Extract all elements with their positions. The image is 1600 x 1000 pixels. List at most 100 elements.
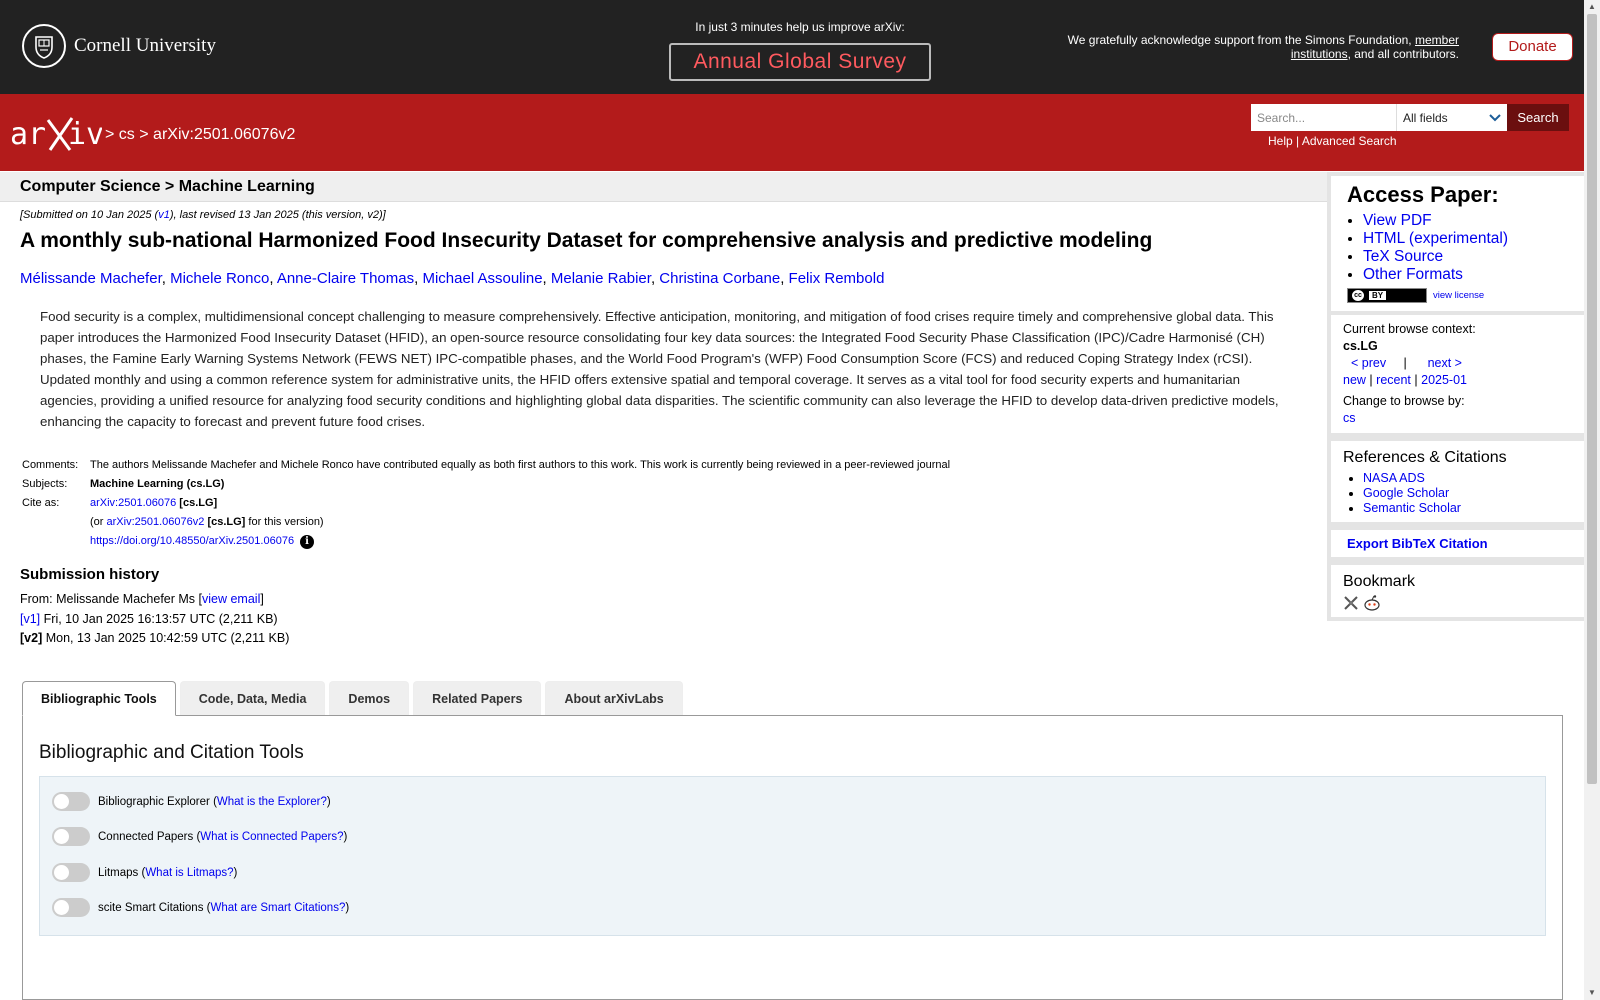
breadcrumb-separator: > — [105, 126, 115, 143]
new-link[interactable]: new — [1343, 373, 1366, 387]
browse-context-label: Current browse context: — [1343, 322, 1476, 336]
tab-bibliographic-tools[interactable]: Bibliographic Tools — [22, 681, 176, 716]
cornell-name: Cornell University — [74, 35, 216, 56]
toggle-switch[interactable] — [52, 827, 90, 846]
author-list: Mélissande Machefer, Michele Ronco, Anne… — [20, 270, 885, 287]
author-link[interactable]: Michael Assouline — [422, 270, 542, 287]
search-input[interactable]: Search... — [1251, 104, 1396, 131]
tool-label: Bibliographic Explorer — [98, 795, 210, 808]
license-row: cc BY view license — [1347, 288, 1574, 303]
arxiv-logo-icon[interactable]: ar iv — [10, 114, 104, 157]
cite-or: (or — [90, 516, 104, 528]
change-browse-label: Change to browse by: — [1343, 394, 1465, 408]
prev-link[interactable]: < prev — [1351, 356, 1386, 370]
author-link[interactable]: Felix Rembold — [789, 270, 885, 287]
tab-related-papers[interactable]: Related Papers — [413, 681, 542, 715]
next-link[interactable]: next > — [1428, 356, 1462, 370]
author-link[interactable]: Christina Corbane — [659, 270, 780, 287]
dateline-start: [Submitted on 10 Jan 2025 ( — [20, 209, 159, 221]
cornell-logo-link[interactable]: Cornell University — [22, 24, 216, 68]
annual-survey-button[interactable]: Annual Global Survey — [669, 43, 931, 81]
tab-code-data-media[interactable]: Code, Data, Media — [179, 681, 326, 715]
submission-history: From: Melissande Machefer Ms [view email… — [20, 590, 289, 649]
dateline-end: ), last revised 13 Jan 2025 (this versio… — [169, 209, 386, 221]
doi-link[interactable]: https://doi.org/10.48550/arXiv.2501.0607… — [90, 535, 294, 547]
export-bibtex-link[interactable]: Export BibTeX Citation — [1347, 536, 1488, 551]
tool-scite: scite Smart Citations (What are Smart Ci… — [52, 898, 349, 917]
search-field-select[interactable]: All fields — [1396, 104, 1507, 131]
arxiv-header: ar iv > cs > arXiv:2501.06076v2 Search..… — [0, 94, 1584, 171]
comments-value: The authors Melissande Machefer and Mich… — [90, 459, 951, 471]
scroll-down-icon[interactable]: ▼ — [1587, 988, 1597, 998]
tool-info-link[interactable]: What are Smart Citations? — [210, 902, 345, 914]
ack-end: , and all contributors. — [1347, 47, 1459, 61]
acknowledgement: We gratefully acknowledge support from t… — [1039, 33, 1459, 61]
author-link[interactable]: Melanie Rabier — [551, 270, 651, 287]
advanced-search-link[interactable]: Advanced Search — [1302, 134, 1397, 148]
browse-separator: | — [1369, 373, 1373, 387]
survey-block: In just 3 minutes help us improve arXiv:… — [650, 20, 950, 81]
scroll-thumb[interactable] — [1587, 14, 1597, 784]
tab-demos[interactable]: Demos — [329, 681, 410, 715]
view-pdf-link[interactable]: View PDF — [1363, 212, 1432, 229]
month-link[interactable]: 2025-01 — [1421, 373, 1467, 387]
bibsonomy-icon[interactable] — [1343, 595, 1359, 611]
submission-dateline: [Submitted on 10 Jan 2025 (v1), last rev… — [20, 209, 386, 221]
cite-category: [cs.LG] — [179, 497, 218, 509]
history-from: From: Melissande Machefer Ms [ — [20, 592, 202, 606]
doi-row: https://doi.org/10.48550/arXiv.2501.0607… — [20, 532, 952, 551]
tool-litmaps: Litmaps (What is Litmaps?) — [52, 863, 237, 882]
browse-context-value: cs.LG — [1343, 339, 1378, 353]
dateline-v1-link[interactable]: v1 — [158, 209, 170, 221]
history-from-end: ] — [260, 592, 264, 606]
semantic-scholar-link[interactable]: Semantic Scholar — [1363, 501, 1461, 515]
donate-button[interactable]: Donate — [1492, 33, 1573, 61]
references-box: References & Citations NASA ADS Google S… — [1327, 437, 1586, 526]
toggle-switch[interactable] — [52, 792, 90, 811]
other-formats-link[interactable]: Other Formats — [1363, 266, 1463, 283]
reddit-icon[interactable] — [1363, 595, 1381, 611]
view-license-link[interactable]: view license — [1433, 290, 1484, 301]
tool-connected-papers: Connected Papers (What is Connected Pape… — [52, 827, 347, 846]
author-link[interactable]: Mélissande Machefer — [20, 270, 162, 287]
tool-label: Connected Papers — [98, 830, 194, 843]
cc-by-license-icon[interactable]: cc BY — [1347, 288, 1427, 303]
help-link[interactable]: Help — [1268, 134, 1293, 148]
tool-label: scite Smart Citations — [98, 901, 204, 914]
view-email-link[interactable]: view email — [202, 592, 260, 606]
tab-about-arxivlabs[interactable]: About arXivLabs — [545, 681, 683, 715]
toggle-switch[interactable] — [52, 898, 90, 917]
recent-link[interactable]: recent — [1376, 373, 1411, 387]
prev-next-separator: | — [1403, 356, 1407, 370]
panel-title: Bibliographic and Citation Tools — [39, 742, 304, 763]
browse-cs-link[interactable]: cs — [1343, 411, 1356, 425]
tools-list: Bibliographic Explorer (What is the Expl… — [39, 776, 1546, 936]
help-separator: | — [1296, 134, 1300, 148]
page-scrollbar[interactable]: ▲ ▼ — [1584, 0, 1600, 1000]
cite-id-link[interactable]: arXiv:2501.06076 — [90, 497, 176, 509]
tool-info-link[interactable]: What is Litmaps? — [145, 867, 233, 879]
cite-v2-link[interactable]: arXiv:2501.06076v2 — [107, 516, 205, 528]
cc-by-label: BY — [1369, 291, 1387, 300]
search-button[interactable]: Search — [1507, 104, 1569, 131]
info-icon[interactable]: i — [300, 535, 315, 549]
tool-info-link[interactable]: What is Connected Papers? — [200, 831, 343, 843]
author-link[interactable]: Anne-Claire Thomas — [277, 270, 414, 287]
scroll-up-icon[interactable]: ▲ — [1587, 2, 1597, 12]
history-v1-link[interactable]: [v1] — [20, 612, 40, 626]
subjects-label: Subjects: — [22, 478, 68, 490]
html-link[interactable]: HTML (experimental) — [1363, 230, 1508, 247]
tool-info-link[interactable]: What is the Explorer? — [217, 796, 327, 808]
search-help: Help | Advanced Search — [1268, 134, 1397, 148]
nasa-ads-link[interactable]: NASA ADS — [1363, 471, 1425, 485]
toggle-switch[interactable] — [52, 863, 90, 882]
abstract: Food security is a complex, multidimensi… — [40, 309, 1279, 429]
cite-row: Cite as: arXiv:2501.06076 [cs.LG] — [20, 494, 952, 513]
right-sidebar: Access Paper: View PDF HTML (experimenta… — [1327, 172, 1586, 621]
subjects-row: Subjects: Machine Learning (cs.LG) — [20, 475, 952, 494]
google-scholar-link[interactable]: Google Scholar — [1363, 486, 1449, 500]
breadcrumb-cs[interactable]: cs — [119, 126, 135, 143]
author-link[interactable]: Michele Ronco — [170, 270, 269, 287]
tex-source-link[interactable]: TeX Source — [1363, 248, 1443, 265]
tool-bibliographic-explorer: Bibliographic Explorer (What is the Expl… — [52, 792, 331, 811]
